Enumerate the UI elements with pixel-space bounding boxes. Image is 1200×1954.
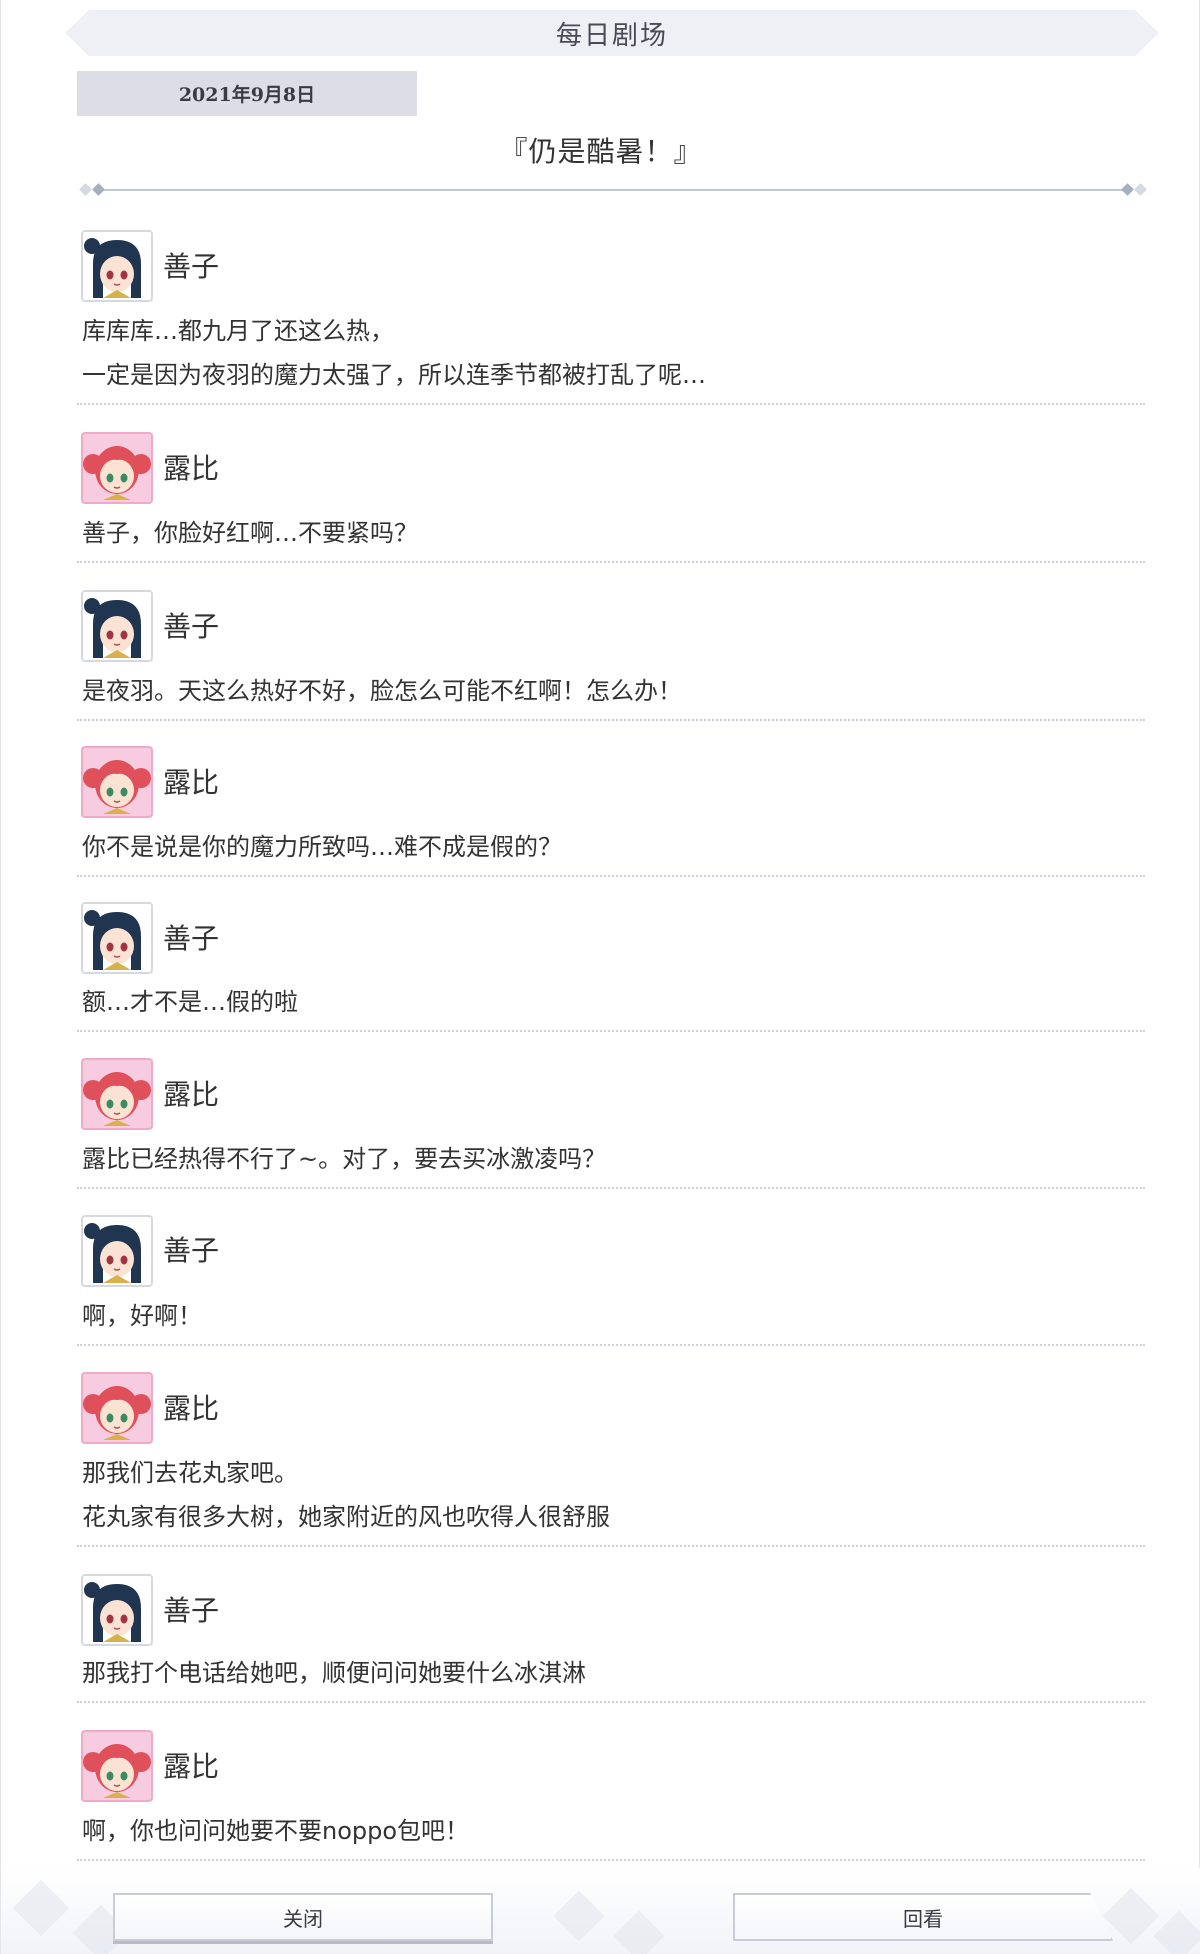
ruby-avatar [81,1730,153,1802]
review-button[interactable]: 回看 [733,1893,1113,1941]
entry-divider [77,1030,1145,1032]
dialogue-line: 是夜羽。天这么热好不好，脸怎么可能不红啊！怎么办！ [82,677,682,705]
yoshiko-avatar [81,590,153,662]
dialogue-line: 善子，你脸好红啊…不要紧吗？ [82,519,418,547]
close-button[interactable]: 关闭 [113,1893,493,1941]
speaker-name: 露比 [163,766,220,799]
speaker-name: 善子 [163,610,220,643]
entry-divider [77,719,1145,721]
episode-title: 『仍是酷暑！』 [499,135,703,168]
date-tab: 2021年9月8日 [77,71,417,116]
ruby-avatar [81,432,153,504]
entry-divider [77,403,1145,405]
entry-divider [77,561,1145,563]
dialogue-line: 库库库…都九月了还这么热， [82,317,394,345]
dialogue-line: 你不是说是你的魔力所致吗…难不成是假的？ [82,833,562,861]
entry-divider [77,1344,1145,1346]
dialogue-line: 啊，你也问问她要不要noppo包吧！ [82,1817,470,1845]
header-bar: 每日剧场 [65,10,1159,56]
ruby-avatar [81,1372,153,1444]
ruby-avatar [81,1058,153,1130]
speaker-name: 露比 [163,1392,220,1425]
dialogue-line: 露比已经热得不行了~。对了，要去买冰激凌吗？ [82,1145,607,1173]
dialogue-line: 啊，好啊！ [82,1302,202,1330]
dialogue-line: 那我们去花丸家吧。 [82,1459,298,1487]
speaker-name: 露比 [163,1078,220,1111]
close-button-label: 关闭 [283,1906,323,1931]
yoshiko-avatar [81,902,153,974]
header-title: 每日剧场 [555,20,668,51]
entry-divider [77,1545,1145,1547]
entry-divider [77,1187,1145,1189]
entry-divider [77,1701,1145,1703]
yoshiko-avatar [81,1215,153,1287]
review-button-label: 回看 [903,1906,943,1931]
daily-theater-panel: 每日剧场 2021年9月8日 『仍是酷暑！』 善子 库库库…都九月了还这么热， … [0,0,1200,1954]
speaker-name: 露比 [163,1750,220,1783]
speaker-name: 善子 [163,250,220,283]
episode-date: 2021年9月8日 [178,84,316,106]
dialogue-line: 花丸家有很多大树，她家附近的风也吹得人很舒服 [82,1503,610,1531]
entry-divider [77,1859,1145,1861]
speaker-name: 露比 [163,452,220,485]
dialogue-line: 那我打个电话给她吧，顺便问问她要什么冰淇淋 [82,1659,586,1687]
speaker-name: 善子 [163,1234,220,1267]
entry-divider [77,875,1145,877]
ruby-avatar [81,746,153,818]
title-divider [79,182,1147,198]
speaker-name: 善子 [163,1594,220,1627]
dialogue-line: 额…才不是…假的啦 [82,988,298,1016]
speaker-name: 善子 [163,922,220,955]
yoshiko-avatar [81,1574,153,1646]
yoshiko-avatar [81,230,153,302]
dialogue-line: 一定是因为夜羽的魔力太强了，所以连季节都被打乱了呢… [82,361,706,389]
